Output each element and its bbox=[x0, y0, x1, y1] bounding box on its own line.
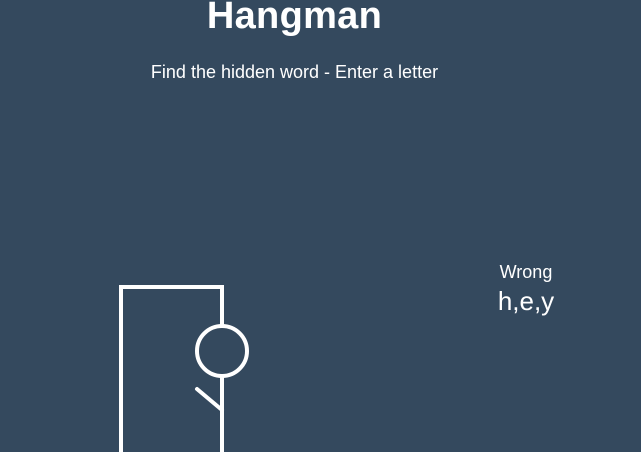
hangman-figure bbox=[119, 285, 249, 452]
wrong-label: Wrong bbox=[499, 262, 553, 282]
wrong-letters: h,e,y bbox=[497, 286, 555, 316]
hangman-left-arm bbox=[195, 387, 224, 412]
hangman-head bbox=[195, 324, 249, 378]
wrong-guesses-panel: Wrong h,e,y bbox=[476, 261, 576, 316]
